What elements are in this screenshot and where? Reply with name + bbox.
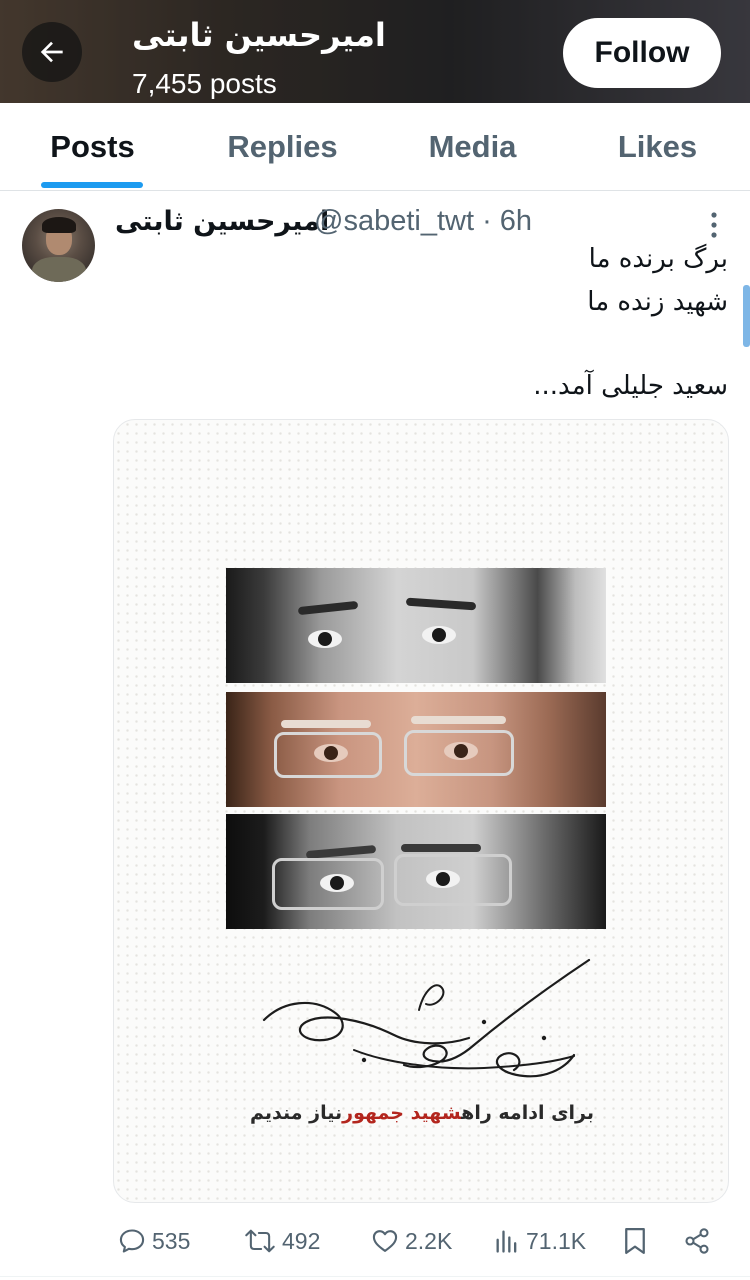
face-strip-1: [226, 568, 606, 683]
face-strip-3: [226, 814, 606, 929]
avatar[interactable]: [22, 209, 95, 282]
tab-posts[interactable]: Posts: [20, 103, 165, 191]
author-handle[interactable]: @sabeti_twt · 6h: [314, 205, 532, 238]
post-actions: 535 492 2.2K 71.1K: [0, 1218, 750, 1264]
arrow-left-icon: [40, 41, 63, 63]
scrollbar[interactable]: [743, 285, 750, 347]
profile-name: امیرحسین ثابتی: [132, 16, 386, 54]
poster-caption: برای ادامه راهشهید جمهورنیاز مندیم: [114, 1102, 728, 1124]
post-text-line-1: برگ برنده ما: [588, 244, 728, 274]
poster-caption-highlight: شهید جمهور: [342, 1102, 462, 1124]
reply-icon: [119, 1229, 145, 1253]
reply-count: 535: [152, 1227, 191, 1254]
follow-button[interactable]: Follow: [563, 18, 721, 88]
back-button[interactable]: [22, 22, 82, 82]
profile-tabs: Posts Replies Media Likes: [0, 103, 750, 191]
face-strip-2: [226, 692, 606, 807]
share-icon: [685, 1228, 709, 1254]
share-button[interactable]: [683, 1218, 711, 1264]
views-button[interactable]: 71.1K: [494, 1218, 586, 1264]
calligraphy-logo: [262, 958, 591, 1078]
active-tab-indicator: [41, 182, 143, 188]
bookmark-icon: [625, 1228, 645, 1254]
tab-media[interactable]: Media: [400, 103, 545, 191]
poster-caption-post: نیاز مندیم: [250, 1102, 343, 1124]
views-count: 71.1K: [526, 1227, 587, 1254]
repost-icon: [245, 1229, 275, 1253]
more-options-icon[interactable]: [704, 210, 724, 240]
tab-replies[interactable]: Replies: [200, 103, 365, 191]
analytics-icon: [496, 1230, 517, 1253]
post-image[interactable]: برای ادامه راهشهید جمهورنیاز مندیم: [113, 419, 729, 1203]
tab-likes[interactable]: Likes: [590, 103, 725, 191]
posts-count: 7,455 posts: [132, 68, 277, 99]
bookmark-button[interactable]: [622, 1218, 648, 1264]
reply-button[interactable]: 535: [118, 1218, 190, 1264]
poster-caption-pre: برای ادامه راه: [461, 1102, 594, 1124]
post-text-line-3: سعید جلیلی آمد...: [533, 371, 728, 401]
like-count: 2.2K: [405, 1227, 453, 1254]
post-text-line-2: شهید زنده ما: [587, 287, 728, 317]
like-button[interactable]: 2.2K: [371, 1218, 452, 1264]
heart-icon: [372, 1230, 398, 1252]
repost-count: 492: [282, 1227, 321, 1254]
author-name[interactable]: امیرحسین ثابتی: [115, 206, 329, 237]
divider: [0, 1276, 750, 1277]
repost-button[interactable]: 492: [244, 1218, 320, 1264]
profile-header: امیرحسین ثابتی 7,455 posts Follow: [0, 0, 750, 103]
